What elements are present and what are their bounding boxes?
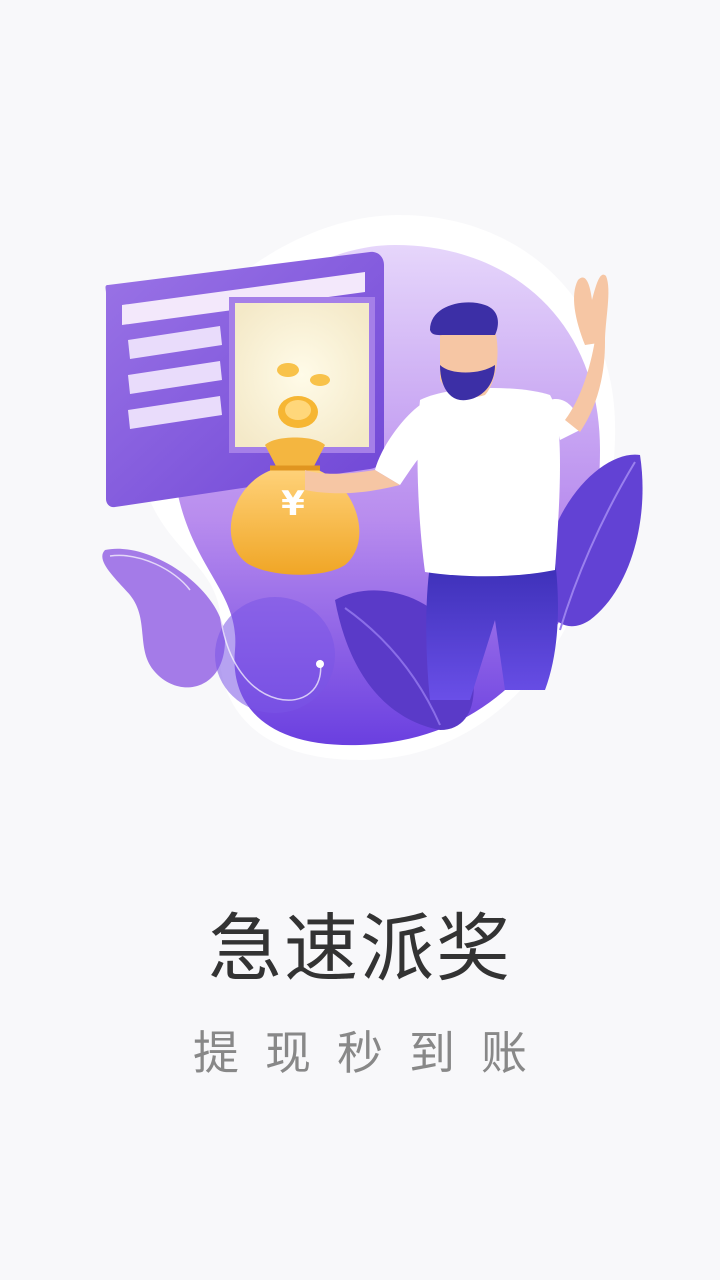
yuan-symbol: ¥ (281, 484, 305, 524)
page-title: 急速派奖 (208, 906, 512, 992)
man-shirt (417, 388, 560, 577)
coin-icon (310, 374, 330, 386)
orbit-ring (215, 597, 335, 713)
coin-icon (277, 363, 299, 377)
splash-illustration: ¥ (102, 215, 643, 760)
page-subtitle: 提现秒到账 (193, 1026, 553, 1080)
